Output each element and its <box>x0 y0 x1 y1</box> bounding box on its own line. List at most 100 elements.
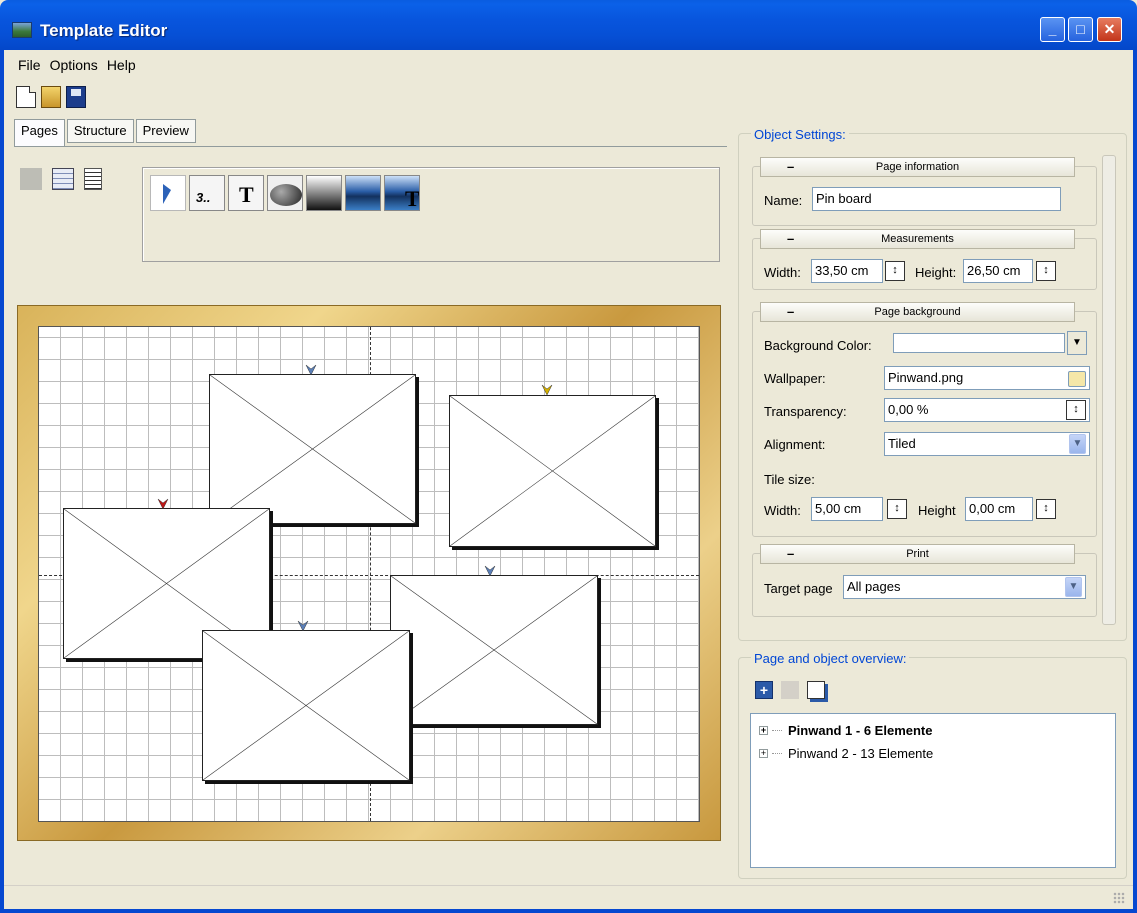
pinboard-frame <box>17 305 721 841</box>
background-color-dropdown-icon[interactable]: ▼ <box>1067 331 1087 355</box>
expand-plus-icon[interactable]: + <box>759 726 768 735</box>
target-page-label: Target page <box>764 581 833 596</box>
image-placeholder[interactable] <box>202 630 410 781</box>
wallpaper-field[interactable]: Pinwand.png <box>884 366 1090 390</box>
pin-icon <box>157 498 169 510</box>
print-header[interactable]: – Print <box>760 544 1075 564</box>
height-label: Height: <box>915 265 957 280</box>
tree-item-label: Pinwand 2 - 13 Elemente <box>788 746 934 761</box>
browse-folder-icon[interactable] <box>1068 371 1086 387</box>
target-page-select[interactable]: All pages <box>843 575 1086 599</box>
transparency-field[interactable]: 0,00 % <box>884 398 1090 422</box>
window-frame-bottom <box>0 909 1137 913</box>
gradient-tool[interactable] <box>306 175 342 211</box>
pin-icon <box>541 384 553 396</box>
chevron-down-icon[interactable]: ▼ <box>1069 434 1086 454</box>
width-label: Width: <box>764 265 801 280</box>
menu-options[interactable]: Options <box>50 57 98 73</box>
page-tree[interactable]: + Pinwand 1 - 6 Elemente + Pinwand 2 - 1… <box>750 713 1116 868</box>
tile-height-spinner-icon[interactable]: ↕ <box>1036 499 1056 519</box>
window-frame-left <box>0 50 4 913</box>
blank-view-icon[interactable] <box>20 168 42 190</box>
image-text-label: T <box>405 186 420 211</box>
page-background-header[interactable]: – Page background <box>760 302 1075 322</box>
tab-preview[interactable]: Preview <box>135 119 196 143</box>
width-spinner-icon[interactable]: ↕ <box>885 261 905 281</box>
section-title: Print <box>906 548 929 560</box>
height-spinner-icon[interactable]: ↕ <box>1036 261 1056 281</box>
image-placeholder[interactable] <box>209 374 416 524</box>
menu-bar: File Options Help <box>18 57 136 73</box>
view-mode-icons <box>20 168 102 190</box>
menu-file[interactable]: File <box>18 57 41 73</box>
wallpaper-label: Wallpaper: <box>764 371 826 386</box>
section-title: Measurements <box>881 233 954 245</box>
main-toolbar <box>16 86 86 108</box>
overview-title: Page and object overview: <box>751 651 910 666</box>
menu-help[interactable]: Help <box>107 57 136 73</box>
pin-icon <box>305 364 317 376</box>
alignment-label: Alignment: <box>764 437 826 452</box>
tree-item[interactable]: + Pinwand 2 - 13 Elemente <box>759 746 933 761</box>
page-canvas[interactable] <box>38 326 700 822</box>
grid-view-icon[interactable] <box>52 168 74 190</box>
title-bar: Template Editor _ □ ✕ <box>0 0 1137 50</box>
tile-width-label: Width: <box>764 503 801 518</box>
section-title: Page information <box>875 161 960 173</box>
name-field[interactable]: Pin board <box>812 187 1061 211</box>
page-number-tool[interactable]: 3.. <box>189 175 225 211</box>
transparency-spinner-icon[interactable]: ↕ <box>1066 400 1086 420</box>
resize-grip-icon[interactable] <box>1113 892 1125 904</box>
ellipse-tool[interactable] <box>267 175 303 211</box>
window-frame-right <box>1133 50 1137 913</box>
tab-pages[interactable]: Pages <box>14 119 65 147</box>
settings-scrollbar[interactable] <box>1102 155 1116 625</box>
tree-item[interactable]: + Pinwand 1 - 6 Elemente <box>759 723 933 738</box>
expand-plus-icon[interactable]: + <box>759 749 768 758</box>
object-settings-title: Object Settings: <box>751 127 849 142</box>
transparency-label: Transparency: <box>764 404 847 419</box>
image-placeholder[interactable] <box>390 575 598 725</box>
maximize-button[interactable]: □ <box>1068 17 1093 42</box>
save-disk-icon[interactable] <box>66 86 86 108</box>
background-color-label: Background Color: <box>764 338 872 353</box>
image-text-tool[interactable]: T <box>384 175 420 211</box>
width-field[interactable]: 33,50 cm <box>811 259 883 283</box>
measurements-header[interactable]: – Measurements <box>760 229 1075 249</box>
tab-strip: Pages Structure Preview <box>14 119 198 147</box>
new-file-icon[interactable] <box>16 86 36 108</box>
image-placeholder[interactable] <box>449 395 656 547</box>
alignment-select[interactable]: Tiled <box>884 432 1090 456</box>
add-page-icon[interactable]: + <box>755 681 773 699</box>
select-arrow-tool[interactable] <box>150 175 186 211</box>
minimize-button[interactable]: _ <box>1040 17 1065 42</box>
tab-divider <box>14 146 727 147</box>
tile-width-field[interactable]: 5,00 cm <box>811 497 883 521</box>
tile-size-label: Tile size: <box>764 472 815 487</box>
text-tool[interactable]: T <box>228 175 264 211</box>
close-button[interactable]: ✕ <box>1097 17 1122 42</box>
name-label: Name: <box>764 193 803 208</box>
app-icon <box>12 22 32 38</box>
pin-icon <box>484 565 496 577</box>
image-tool[interactable] <box>345 175 381 211</box>
height-field[interactable]: 26,50 cm <box>963 259 1033 283</box>
background-color-field[interactable] <box>893 333 1065 353</box>
overview-toolbar: + <box>755 681 825 699</box>
open-folder-icon[interactable] <box>41 86 61 108</box>
tree-item-label: Pinwand 1 - 6 Elemente <box>788 723 933 738</box>
status-bar <box>4 885 1133 909</box>
list-view-icon[interactable] <box>84 168 102 190</box>
pin-icon <box>297 620 309 632</box>
text-tool-label: T <box>239 182 254 207</box>
copy-page-icon[interactable] <box>807 681 825 699</box>
tab-structure[interactable]: Structure <box>66 119 134 143</box>
page-information-header[interactable]: – Page information <box>760 157 1075 177</box>
section-title: Page background <box>874 306 961 318</box>
tile-height-label: Height <box>918 503 956 518</box>
tile-width-spinner-icon[interactable]: ↕ <box>887 499 907 519</box>
tile-height-field[interactable]: 0,00 cm <box>965 497 1033 521</box>
window-title: Template Editor <box>40 21 168 40</box>
chevron-down-icon[interactable]: ▼ <box>1065 577 1082 597</box>
page-number-label: 3.. <box>196 190 211 205</box>
